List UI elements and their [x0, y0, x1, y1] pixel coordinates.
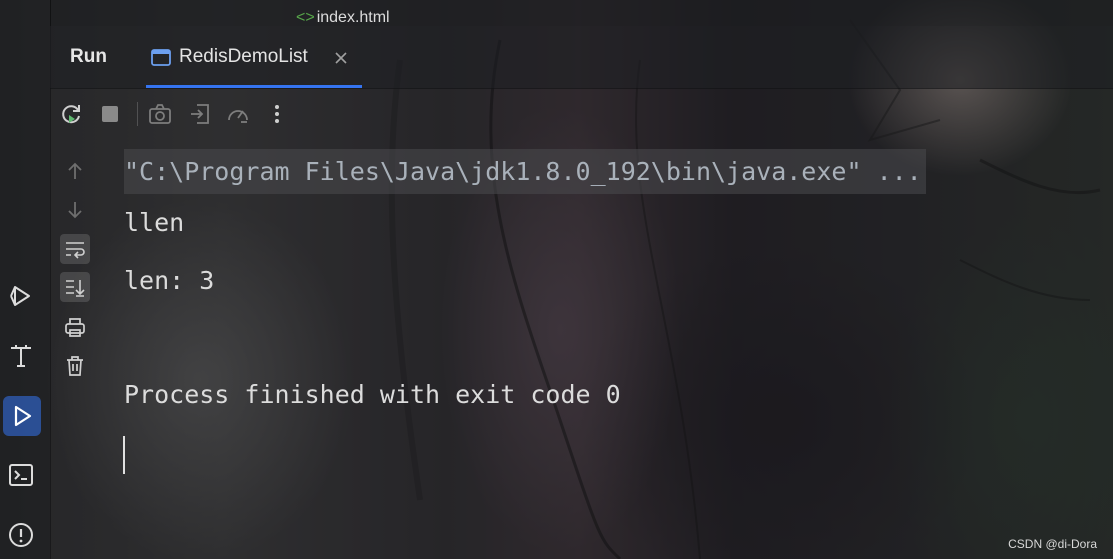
console-line: Process finished with exit code 0 [124, 380, 621, 409]
run-tab-redisdemolist[interactable]: RedisDemoList [146, 38, 362, 88]
arrow-down-icon[interactable] [60, 195, 90, 225]
soft-wrap-icon[interactable] [60, 234, 90, 264]
console-gutter [50, 138, 98, 559]
run-tab-label: RedisDemoList [179, 46, 308, 67]
editor-tab-bar: <> index.html [50, 0, 1113, 26]
arrow-up-icon[interactable] [60, 156, 90, 186]
build-icon[interactable] [5, 339, 37, 371]
run-icon[interactable] [3, 396, 41, 436]
editor-tab-index-html[interactable]: <> index.html [296, 10, 390, 26]
trash-icon[interactable] [60, 351, 90, 381]
watermark: CSDN @di-Dora [1008, 537, 1097, 551]
editor-tab-label: index.html [316, 10, 390, 26]
text-caret [123, 436, 125, 474]
run-toolbar [50, 88, 1113, 138]
console-line: llen [124, 208, 185, 237]
more-icon[interactable] [264, 101, 290, 127]
console-command-line: "C:\Program Files\Java\jdk1.8.0_192\bin\… [124, 149, 926, 194]
exit-icon[interactable] [187, 101, 213, 127]
toolbar-separator [137, 102, 138, 126]
ide-window: <> index.html Run RedisDemoList "C:\Prog… [0, 0, 1113, 559]
console-line: len: 3 [124, 266, 215, 295]
problems-icon[interactable] [5, 519, 37, 551]
window-icon [150, 48, 172, 72]
terminal-icon[interactable] [5, 459, 37, 491]
camera-icon[interactable] [147, 101, 173, 127]
run-header: Run RedisDemoList [50, 26, 1113, 89]
run-title: Run [70, 46, 107, 67]
stop-icon[interactable] [97, 101, 123, 127]
close-icon[interactable] [331, 48, 351, 68]
print-icon[interactable] [60, 312, 90, 342]
rerun-icon[interactable] [58, 101, 84, 127]
gauge-icon[interactable] [225, 101, 251, 127]
left-tool-strip [0, 0, 51, 559]
scroll-to-end-icon[interactable] [60, 272, 90, 302]
services-icon[interactable] [5, 280, 37, 312]
html-tag-icon: <> [296, 10, 315, 26]
